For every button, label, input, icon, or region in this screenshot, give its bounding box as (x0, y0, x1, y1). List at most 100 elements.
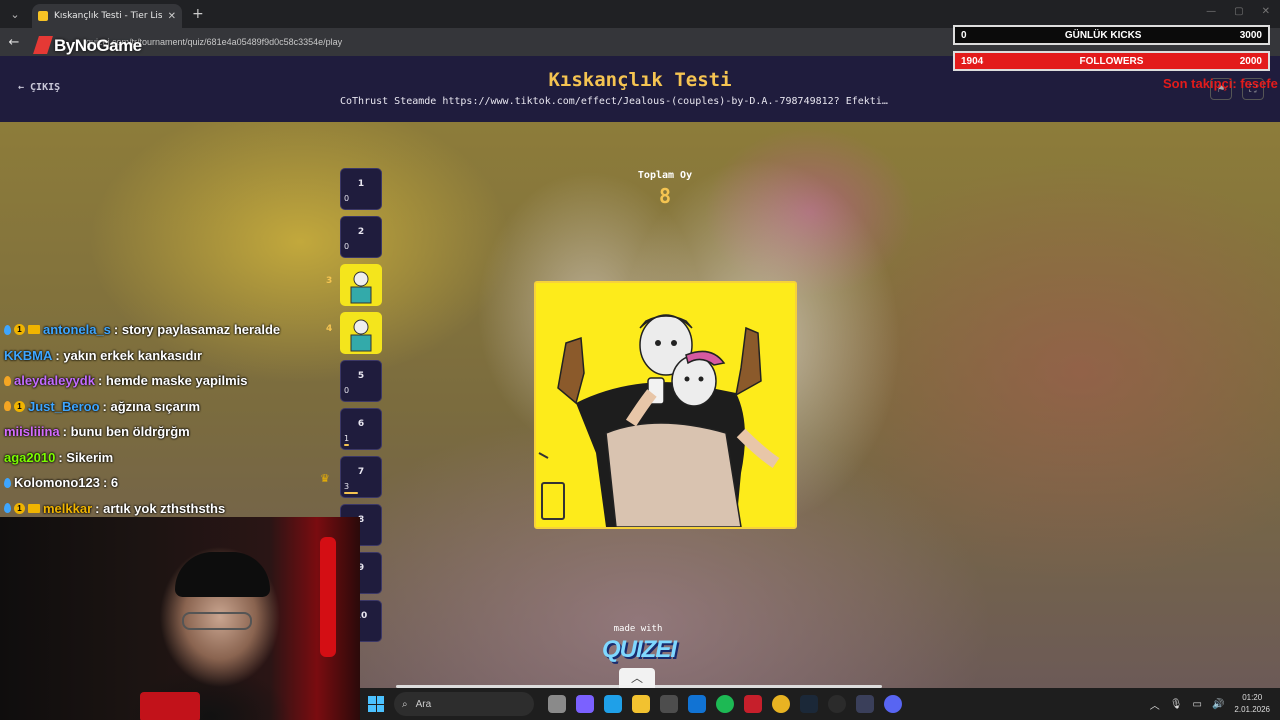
thumbnail-illustration (341, 265, 381, 305)
bracket-slot-number: 2 (357, 227, 365, 237)
edge-icon[interactable] (604, 695, 622, 713)
new-tab-button[interactable]: + (192, 6, 204, 22)
last-follower-text: Son takipçi: fesefe (1163, 76, 1278, 91)
kicks-goal: 3000 (1239, 29, 1262, 41)
chat-text: : story paylasamaz heralde (113, 322, 281, 338)
chat-username[interactable]: melkkar (43, 501, 92, 516)
maximize-icon[interactable]: ▢ (1234, 6, 1243, 17)
bracket-slot-votes: 0 (344, 386, 350, 395)
taskbar-apps (548, 695, 902, 713)
window-controls: — ▢ ✕ (1206, 6, 1270, 17)
bracket-slot-votes: 0 (344, 242, 350, 251)
clock-time: 01:20 (1242, 693, 1263, 702)
chat-username[interactable]: Just_Beroo (28, 399, 100, 414)
quiz-description: CoThrust Steamde https://www.tiktok.com/… (340, 96, 888, 107)
discord-icon[interactable] (884, 695, 902, 713)
microphone-icon[interactable]: 🎙 (1170, 699, 1183, 710)
system-tray: ︿ 🎙 ▭ 🔊 01:20 2.01.2026 (1150, 688, 1270, 720)
followers-label: FOLLOWERS (1079, 55, 1144, 67)
taskbar-search-placeholder: Ara (415, 698, 432, 710)
chat-message: 1 antonela_s: story paylasamaz heralde (4, 317, 334, 343)
chat-username[interactable]: Kolomono123 (14, 475, 100, 490)
bracket-slot[interactable]: 61 (340, 408, 382, 450)
bracket-thumbnail[interactable] (340, 312, 382, 354)
bracket-slot-number: 6 (357, 419, 365, 429)
bracket-side-number: 3 (326, 276, 333, 286)
chat-badge-icon (4, 503, 11, 514)
search-icon: ⌕ (402, 698, 408, 710)
windows-taskbar: ⌕ Ara ︿ 🎙 ▭ 🔊 01:20 2.01.2026 (360, 688, 1280, 720)
bynogame-logo: ByNoGame (33, 36, 142, 56)
spotify-icon[interactable] (716, 695, 734, 713)
close-window-icon[interactable]: ✕ (1262, 6, 1270, 17)
chat-username[interactable]: KKBMA (4, 348, 52, 363)
bracket-vote-bar (344, 444, 349, 446)
obs-icon[interactable] (828, 695, 846, 713)
windows-start-icon[interactable] (368, 696, 384, 712)
task-view-icon[interactable] (548, 695, 566, 713)
bracket-slot[interactable]: 20 (340, 216, 382, 258)
tab-close-icon[interactable]: ✕ (168, 11, 176, 22)
tab-title: Kıskançlık Testi - Tier List, Kör S… (54, 11, 162, 21)
page-title: Kıskançlık Testi (548, 69, 732, 91)
clock[interactable]: 01:20 2.01.2026 (1234, 692, 1270, 716)
chat-badge-icon (4, 401, 11, 412)
chat-message: aga2010: Sikerim (4, 445, 334, 471)
screen: ⌄ Kıskançlık Testi - Tier List, Kör S… ✕… (0, 0, 1280, 720)
chat-badge-icon (28, 503, 40, 513)
chat-username[interactable]: aleydaleyydk (14, 373, 95, 388)
network-icon[interactable]: ▭ (1193, 699, 1202, 710)
chat-badge-icon (4, 324, 11, 335)
bracket-vote-bar (344, 492, 358, 494)
streamer-webcam (0, 517, 360, 720)
chat-text: : Sikerim (58, 449, 114, 465)
quizei-logo[interactable]: QUIZEI (596, 636, 682, 664)
total-votes-label: Toplam Oy (637, 170, 693, 181)
thumbnail-illustration (341, 313, 381, 353)
quiz-image-card[interactable] (534, 281, 797, 529)
store-icon[interactable] (660, 695, 678, 713)
kicks-value: 0 (961, 29, 967, 41)
minimize-icon[interactable]: — (1206, 6, 1216, 17)
taskbar-search-box[interactable]: ⌕ Ara (394, 692, 534, 716)
chat-message: aleydaleyydk: hemde maske yapilmis (4, 368, 334, 394)
settings-app-icon[interactable] (856, 695, 874, 713)
red-light-decoration (320, 537, 336, 657)
total-votes-value: 8 (658, 184, 672, 208)
outlook-icon[interactable] (688, 695, 706, 713)
bracket-thumbnail[interactable] (340, 264, 382, 306)
chat-text: : ağzına sıçarım (102, 398, 201, 414)
bynogame-logo-text: ByNoGame (54, 36, 142, 55)
chat-badge-icon (28, 325, 40, 335)
tab-search-menu-icon[interactable]: ⌄ (4, 3, 26, 25)
back-arrow-icon[interactable]: ← (0, 35, 28, 50)
scroll-up-button[interactable]: ︿ (619, 668, 655, 688)
chat-username[interactable]: aga2010 (4, 450, 55, 465)
chat-text: : 6 (102, 475, 119, 491)
stream-chat: 1 antonela_s: story paylasamaz heralde KKB… (4, 317, 334, 521)
chrome-icon[interactable] (772, 695, 790, 713)
steam-icon[interactable] (800, 695, 818, 713)
chat-badge-icon (4, 477, 11, 488)
made-with-label: made with (613, 624, 663, 634)
bracket-slot[interactable]: 73 (340, 456, 382, 498)
bynogame-mark-icon (33, 36, 53, 54)
chat-message: miisliiina: bunu ben öldrğrğm (4, 419, 334, 445)
browser-tabbar: ⌄ Kıskançlık Testi - Tier List, Kör S… ✕… (0, 0, 1280, 28)
followers-goal: 1904 FOLLOWERS 2000 (953, 51, 1270, 71)
file-explorer-icon[interactable] (632, 695, 650, 713)
bracket-slot-number: 7 (357, 467, 365, 477)
bracket-slot[interactable]: 10 (340, 168, 382, 210)
volume-icon[interactable]: 🔊 (1212, 699, 1224, 710)
copilot-icon[interactable] (576, 695, 594, 713)
chat-message: 1 Just_Beroo: ağzına sıçarım (4, 394, 334, 420)
crown-icon: ♛ (320, 472, 330, 485)
browser-tab[interactable]: Kıskançlık Testi - Tier List, Kör S… ✕ (32, 4, 182, 28)
chat-badge-icon: 1 (14, 502, 25, 514)
bracket-slot-number: 1 (357, 179, 365, 189)
chat-username[interactable]: miisliiina (4, 424, 60, 439)
chevron-up-icon[interactable]: ︿ (1150, 697, 1160, 712)
chat-username[interactable]: antonela_s (43, 322, 111, 337)
bracket-slot[interactable]: 50 (340, 360, 382, 402)
red-app-icon[interactable] (744, 695, 762, 713)
